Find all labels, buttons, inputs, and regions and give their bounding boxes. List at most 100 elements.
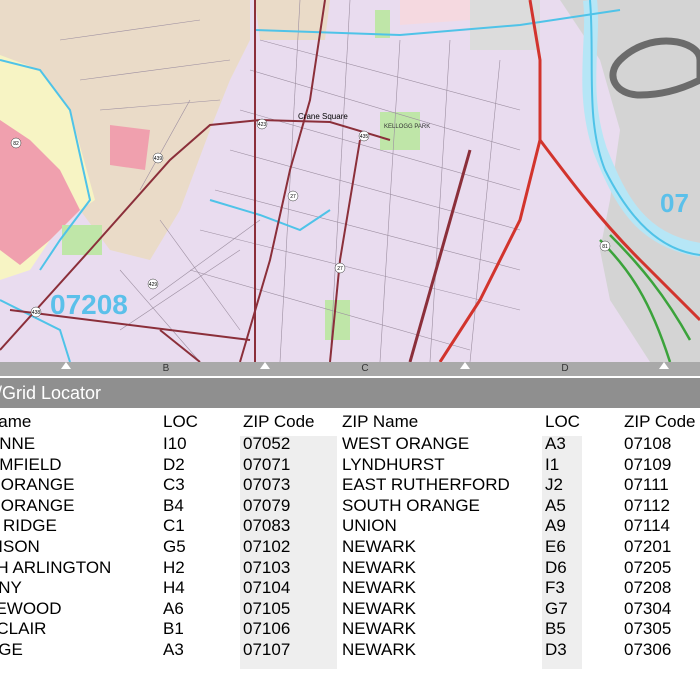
grid-letter-d: D	[561, 363, 569, 374]
table-cell: TCLAIR	[0, 619, 47, 639]
zip-label-partial: 07	[660, 188, 689, 218]
route-shield: 439	[154, 156, 163, 162]
table-cell: I10	[163, 434, 187, 453]
map-canvas: 07208 07 Crane Square KELLOGG PARK 423 4…	[0, 0, 700, 363]
table-cell: 07114	[624, 516, 671, 536]
table-cell: D3	[545, 639, 567, 659]
table-cell: G5	[163, 536, 186, 556]
table-cell: 07102	[243, 536, 291, 556]
table-cell: NEWARK	[342, 639, 416, 659]
pink-block	[110, 125, 150, 170]
table-cell: I1	[545, 454, 560, 474]
table-cell: RNY	[0, 578, 22, 598]
table-cell: B5	[545, 619, 566, 639]
table-cell: A6	[163, 598, 184, 618]
table-cell: TH ARLINGTON	[0, 557, 112, 577]
table-cell: NEWARK	[342, 536, 416, 556]
zip-label-07208: 07208	[50, 289, 128, 320]
header-zip-code: ZIP Code	[624, 412, 696, 431]
table-cell: D6	[545, 557, 567, 577]
table-cell: 07071	[243, 454, 291, 474]
table-cell: 07208	[624, 578, 672, 598]
table-cell: B1	[163, 619, 184, 639]
grid-column-bar: B C D	[0, 362, 700, 376]
table-cell: 07079	[243, 495, 291, 515]
zip-index-table: Name ONNEOMFIELDT ORANGET ORANGEN RIDGER…	[0, 410, 700, 669]
industrial-area	[470, 0, 540, 50]
table-cell: SOUTH ORANGE	[342, 495, 480, 515]
column-zip-code-right: ZIP Code 07108 07109 07111 07112 07114 07201 0…	[624, 410, 696, 661]
table-cell: 07306	[624, 639, 672, 659]
table-cell: NEWARK	[342, 598, 416, 618]
tan-block-north	[255, 0, 330, 40]
table-cell: 07107	[243, 639, 291, 659]
table-cell: OMFIELD	[0, 454, 62, 474]
table-cell: F3	[545, 578, 565, 598]
table-cell: C3	[163, 475, 185, 495]
grid-letter-b: B	[162, 363, 170, 374]
column-zip-name-left: Name ONNEOMFIELDT ORANGET ORANGEN RIDGER…	[0, 410, 111, 661]
header-loc: LOC	[545, 412, 580, 431]
table-cell: T ORANGE	[0, 475, 75, 495]
table-cell: 07106	[243, 619, 291, 639]
route-shield: 81	[602, 244, 608, 250]
table-cell: T ORANGE	[0, 495, 75, 515]
column-loc-right: LOC A3 I1 J2 A5 A9 E6 D6 F3 G7 B5 D3	[545, 410, 580, 661]
table-cell: 07105	[243, 598, 291, 618]
table-cell: WEST ORANGE	[342, 434, 470, 453]
header-name: Name	[0, 412, 32, 431]
table-cell: C1	[163, 516, 185, 536]
grid-tick	[260, 362, 270, 369]
table-cell: NGE	[0, 639, 23, 659]
grid-tick	[61, 362, 71, 369]
grid-tick	[659, 362, 669, 369]
table-cell: NEWARK	[342, 578, 416, 598]
route-shield: 27	[337, 266, 343, 272]
table-cell: A9	[545, 516, 566, 536]
park-south	[325, 300, 350, 340]
table-cell: N RIDGE	[0, 516, 57, 536]
header-zip-name: ZIP Name	[342, 412, 419, 431]
table-cell: G7	[545, 598, 568, 618]
route-shield: 423	[258, 122, 267, 128]
column-loc-left: LOC I10 D2 C3 B4 C1 G5 H2 H4 A6 B1 A3	[163, 410, 198, 661]
table-cell: ONNE	[0, 434, 36, 453]
table-cell: NEWARK	[342, 557, 416, 577]
table-cell: 07103	[243, 557, 291, 577]
table-cell: A3	[163, 639, 184, 659]
column-zip-code-left: ZIP Code 07052 07071 07073 07079 07083 07102 0…	[243, 410, 315, 661]
park-label-kellogg: KELLOGG PARK	[384, 124, 430, 130]
map-area[interactable]: 07208 07 Crane Square KELLOGG PARK 423 4…	[0, 0, 700, 363]
table-cell: H4	[163, 578, 185, 598]
table-cell: J2	[545, 475, 563, 495]
table-cell: LYNDHURST	[342, 454, 445, 474]
table-cell: LEWOOD	[0, 598, 62, 618]
header-loc: LOC	[163, 412, 198, 431]
table-cell: 07052	[243, 434, 291, 453]
table-cell: 07304	[624, 598, 672, 618]
route-shield: 435	[360, 134, 369, 140]
column-zip-name-right: ZIP Name WEST ORANGE LYNDHURST EAST RUTHER…	[342, 410, 510, 661]
locator-title: x/Grid Locator	[0, 383, 102, 403]
grid-letter-c: C	[361, 363, 369, 374]
table-cell: B4	[163, 495, 184, 515]
table-cell: 07201	[624, 536, 672, 556]
table-cell: 07109	[624, 454, 672, 474]
route-shield: 82	[13, 141, 19, 147]
table-cell: UNION	[342, 516, 397, 536]
header-zip-code: ZIP Code	[243, 412, 315, 431]
table-cell: E6	[545, 536, 566, 556]
table-cell: H2	[163, 557, 185, 577]
table-cell: D2	[163, 454, 185, 474]
table-cell: RISON	[0, 536, 40, 556]
table-cell: 07073	[243, 475, 291, 495]
table-cell: A5	[545, 495, 566, 515]
table-cell: EAST RUTHERFORD	[342, 475, 510, 495]
table-cell: 07108	[624, 434, 672, 453]
table-cell: 07104	[243, 578, 291, 598]
table-cell: 07112	[624, 495, 671, 515]
table-cell: 07111	[624, 475, 669, 495]
grid-tick	[460, 362, 470, 369]
table-cell: 07205	[624, 557, 672, 577]
table-cell: 07305	[624, 619, 672, 639]
